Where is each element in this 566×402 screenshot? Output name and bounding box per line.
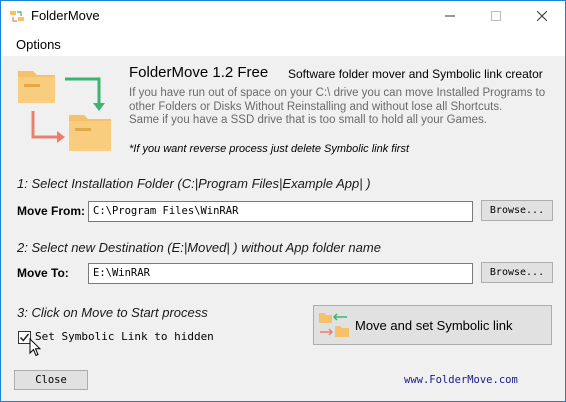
move-from-input[interactable]: C:\Program Files\WinRAR bbox=[88, 201, 473, 222]
move-and-link-button[interactable]: Move and set Symbolic link bbox=[313, 305, 552, 345]
browse-to-button[interactable]: Browse... bbox=[481, 262, 553, 283]
description-line: If you have run out of space on your C:\… bbox=[129, 87, 546, 99]
maximize-button[interactable] bbox=[473, 1, 519, 31]
app-name: FolderMove 1.2 Free bbox=[129, 64, 269, 81]
description-line: other Folders or Disks Without Reinstall… bbox=[129, 100, 503, 113]
window-title: FolderMove bbox=[31, 8, 100, 23]
menu-options[interactable]: Options bbox=[16, 37, 61, 52]
folder-move-logo bbox=[18, 71, 111, 151]
step2-label: 2: Select new Destination (E:|Moved| ) w… bbox=[17, 240, 381, 255]
website-link[interactable]: www.FolderMove.com bbox=[404, 374, 518, 386]
move-button-label: Move and set Symbolic link bbox=[355, 318, 513, 333]
maximize-icon bbox=[491, 11, 501, 21]
minimize-button[interactable] bbox=[427, 1, 473, 31]
title-bar[interactable]: FolderMove bbox=[1, 1, 565, 31]
browse-from-button[interactable]: Browse... bbox=[481, 200, 553, 221]
foldermove-window: FolderMove Options FolderMove 1.2 Free S… bbox=[0, 0, 566, 402]
minimize-icon bbox=[445, 15, 455, 17]
hidden-symlink-label[interactable]: Set Symbolic Link to hidden bbox=[35, 330, 214, 343]
reverse-process-note: *If you want reverse process just delete… bbox=[129, 143, 410, 155]
step1-label: 1: Select Installation Folder (C:|Progra… bbox=[17, 176, 371, 191]
step3-label: 3: Click on Move to Start process bbox=[17, 305, 208, 320]
app-description: If you have run out of space on your C:\… bbox=[129, 87, 549, 128]
move-to-input[interactable]: E:\WinRAR bbox=[88, 263, 473, 284]
close-window-button[interactable] bbox=[519, 1, 565, 31]
menu-bar: Options bbox=[1, 31, 565, 57]
move-to-label: Move To: bbox=[17, 266, 69, 280]
close-icon bbox=[537, 11, 547, 21]
mouse-cursor-icon bbox=[29, 338, 41, 357]
folder-move-icon bbox=[319, 313, 349, 337]
foldermove-app-icon bbox=[10, 11, 24, 22]
move-from-label: Move From: bbox=[17, 204, 86, 218]
close-button[interactable]: Close bbox=[14, 370, 88, 390]
description-line: Same if you have a SSD drive that is too… bbox=[129, 114, 487, 126]
app-tagline: Software folder mover and Symbolic link … bbox=[288, 67, 543, 81]
